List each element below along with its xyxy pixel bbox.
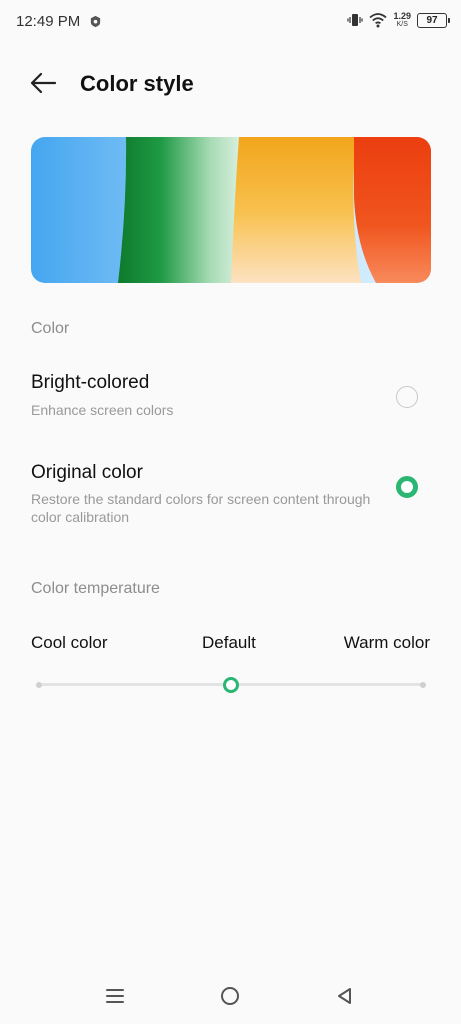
page-title: Color style [80,71,194,96]
option-title: Original color [31,462,143,483]
menu-button[interactable] [100,984,130,1008]
color-preview-banner [31,137,431,283]
back-triangle-icon [338,988,351,1004]
status-icons: 1.29 K/S 97 [347,11,450,29]
battery-icon: 97 [417,12,450,28]
radio-original-color[interactable] [396,476,418,498]
color-temperature-slider[interactable] [36,676,426,694]
option-title: Bright-colored [31,372,150,393]
menu-icon [106,989,124,1003]
temperature-labels: Cool color Default Warm color [31,633,430,655]
slider-thumb[interactable] [223,677,239,693]
header: Color style [0,60,461,106]
option-subtitle: Enhance screen colors [31,402,174,418]
color-preview-image [31,137,431,283]
home-icon [221,987,239,1005]
color-style-screen: 12:49 PM 1.29 K/S 97 Color style Color B… [0,0,461,1024]
option-subtitle: Restore the standard colors for screen c… [31,491,371,525]
cool-color-label: Cool color [31,633,108,652]
home-button[interactable] [215,984,245,1008]
option-original-color[interactable]: Original color Restore the standard colo… [0,452,461,538]
back-button[interactable] [28,68,58,98]
option-bright-colored[interactable]: Bright-colored Enhance screen colors [0,362,461,432]
color-temperature-label: Color temperature [31,580,160,597]
network-speed: 1.29 K/S [393,11,411,29]
net-speed-value: 1.29 [393,11,411,21]
color-section-label: Color [31,320,70,337]
status-bar: 12:49 PM 1.29 K/S 97 [0,0,461,46]
vibrate-icon [347,14,364,26]
net-speed-unit: K/S [396,21,408,28]
nav-back-button[interactable] [330,984,360,1008]
radio-bright-colored[interactable] [396,386,418,408]
warm-color-label: Warm color [343,633,430,652]
default-label: Default [202,633,256,652]
navigation-bar [0,972,461,1024]
slider-start-dot [36,682,42,688]
wifi-icon [369,13,388,28]
slider-end-dot [420,682,426,688]
shield-icon [90,15,101,28]
status-time: 12:49 PM [16,13,81,30]
battery-level: 97 [426,14,438,26]
arrow-left-icon [30,72,57,94]
